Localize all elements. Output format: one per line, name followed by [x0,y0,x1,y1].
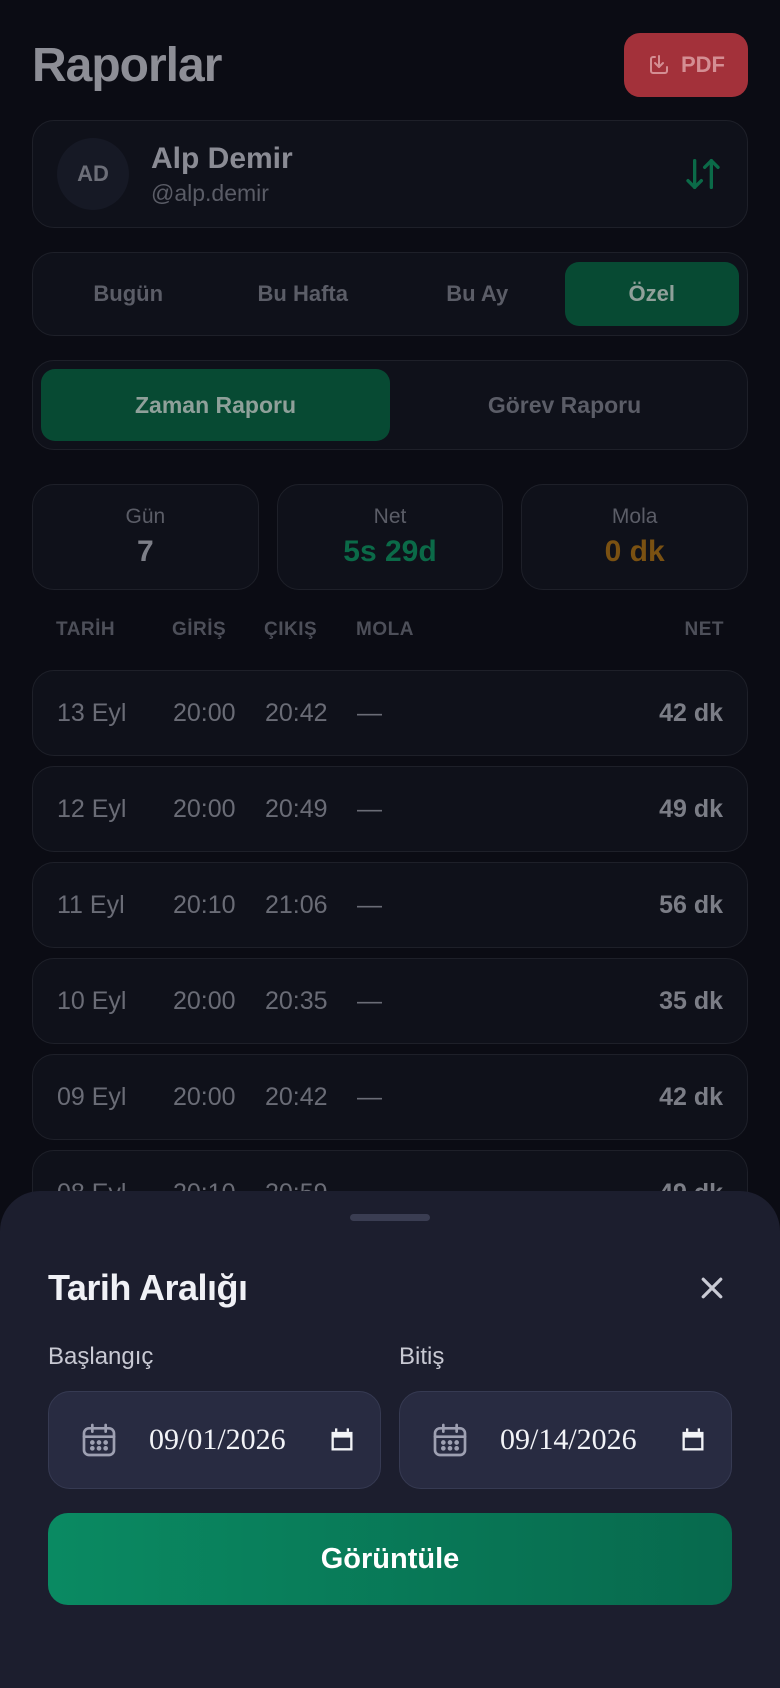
cell-date: 12 Eyl [57,794,127,823]
header-break: MOLA [356,619,414,640]
cell-break: — [357,1082,382,1111]
cell-out: 20:42 [265,1082,328,1111]
date-fields: Başlangıç 09/01/2026 Bitiş 09/14/2026 [48,1343,732,1489]
table-header: TARİH GİRİŞ ÇIKIŞ MOLA NET [32,590,748,670]
sheet-title: Tarih Aralığı [48,1267,248,1308]
tab-this-week[interactable]: Bu Hafta [216,262,391,326]
cell-net: 35 dk [659,986,723,1015]
header-net: NET [684,619,724,640]
stat-label: Gün [125,505,166,528]
table-row[interactable]: 09 Eyl 20:00 20:42 — 42 dk [32,1054,748,1140]
header-date: TARİH [56,619,116,640]
page-title: Raporlar [32,38,222,92]
user-selector[interactable]: AD Alp Demir @alp.demir [32,120,748,228]
cell-break: — [357,794,382,823]
stat-value: 0 dk [604,535,665,568]
cell-break: — [357,986,382,1015]
start-date-value: 09/01/2026 [149,1423,286,1456]
stat-value: 7 [136,535,154,568]
cell-net: 42 dk [659,698,723,727]
end-date-field: Bitiş 09/14/2026 [399,1343,732,1489]
end-date-value: 09/14/2026 [500,1423,637,1456]
cell-in: 20:00 [173,794,236,823]
pdf-label: PDF [681,52,725,77]
cell-in: 20:10 [173,890,236,919]
stat-days: Gün 7 [32,484,259,590]
cell-in: 20:00 [173,1082,236,1111]
close-icon [701,1277,723,1299]
sheet-drag-handle[interactable] [350,1214,430,1221]
start-date-label: Başlangıç [48,1343,154,1370]
cell-break: — [357,890,382,919]
cell-in: 20:00 [173,986,236,1015]
stat-break: Mola 0 dk [521,484,749,590]
cell-net: 42 dk [659,1082,723,1111]
cell-out: 20:42 [265,698,328,727]
cell-date: 09 Eyl [57,1082,127,1111]
calendar-picker-icon[interactable] [679,1426,707,1454]
table-row[interactable]: 13 Eyl 20:00 20:42 — 42 dk [32,670,748,756]
cell-date: 10 Eyl [57,986,127,1015]
stat-net: Net 5s 29d [276,484,504,590]
end-date-input[interactable]: 09/14/2026 [399,1391,732,1489]
header: Raporlar PDF [32,0,748,130]
view-report-button[interactable]: Görüntüle [48,1513,732,1605]
cell-net: 49 dk [659,794,723,823]
calendar-icon [433,1423,467,1457]
cell-out: 20:35 [265,986,328,1015]
cell-in: 20:00 [173,698,236,727]
stat-label: Mola [611,505,658,528]
table-row[interactable]: 12 Eyl 20:00 20:49 — 49 dk [32,766,748,852]
end-date-label: Bitiş [399,1343,445,1370]
cell-out: 21:06 [265,890,328,919]
sheet-header: Tarih Aralığı [48,1263,732,1313]
stat-label: Net [373,505,407,528]
report-type-tabs: Zaman Raporu Görev Raporu [32,360,748,450]
period-tabs: Bugün Bu Hafta Bu Ay Özel [32,252,748,336]
start-date-input[interactable]: 09/01/2026 [48,1391,381,1489]
calendar-picker-icon[interactable] [328,1426,356,1454]
tab-task-report[interactable]: Görev Raporu [390,369,739,441]
header-in: GİRİŞ [172,619,227,640]
cell-break: — [357,698,382,727]
table-row[interactable]: 10 Eyl 20:00 20:35 — 35 dk [32,958,748,1044]
date-range-sheet: Tarih Aralığı Başlangıç 09/01/2026 Bitiş… [0,1191,780,1688]
tab-today[interactable]: Bugün [41,262,216,326]
start-date-field: Başlangıç 09/01/2026 [48,1343,381,1489]
avatar: AD [57,138,129,210]
header-out: ÇIKIŞ [264,619,318,640]
tab-custom[interactable]: Özel [564,262,739,326]
close-button[interactable] [692,1268,732,1308]
pdf-export-button[interactable]: PDF [624,33,748,97]
swap-vertical-icon[interactable] [683,154,723,194]
cell-date: 13 Eyl [57,698,127,727]
calendar-icon [82,1423,116,1457]
user-handle: @alp.demir [151,179,269,206]
user-info: Alp Demir @alp.demir [151,142,683,207]
download-icon [650,55,668,74]
stat-value: 5s 29d [343,535,437,568]
table-row[interactable]: 11 Eyl 20:10 21:06 — 56 dk [32,862,748,948]
tab-this-month[interactable]: Bu Ay [390,262,565,326]
cell-net: 56 dk [659,890,723,919]
cell-out: 20:49 [265,794,328,823]
tab-time-report[interactable]: Zaman Raporu [41,369,390,441]
user-name: Alp Demir [151,141,293,175]
cell-date: 11 Eyl [57,890,125,919]
reports-screen: Raporlar PDF AD Alp Demir @alp.demir Bug… [0,0,780,1688]
stats-row: Gün 7 Net 5s 29d Mola 0 dk [32,484,749,590]
